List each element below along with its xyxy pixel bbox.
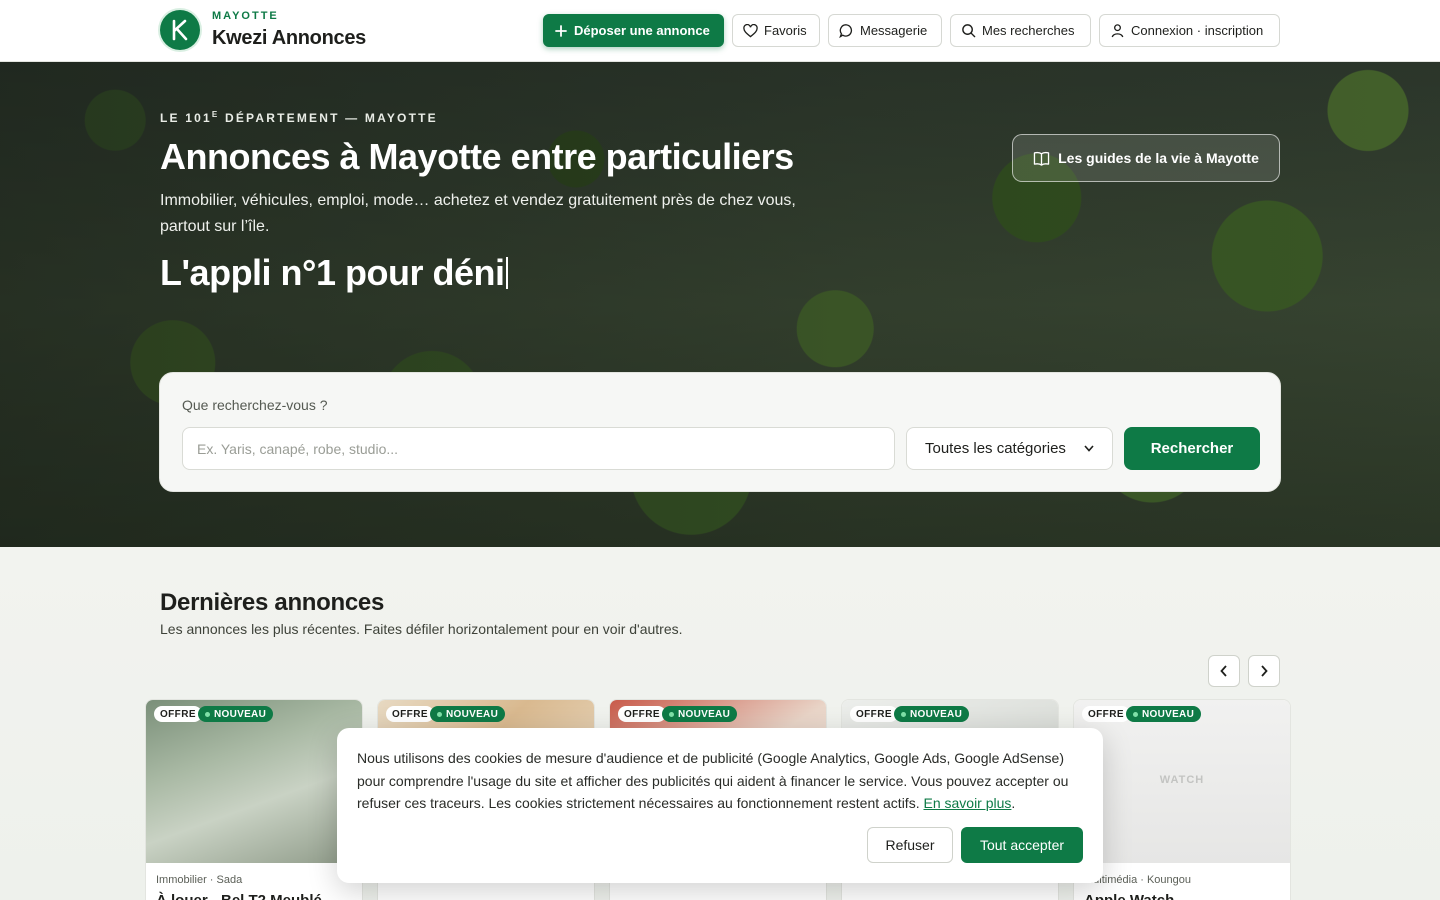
new-badge: NOUVEAU [894,706,970,722]
post-ad-button[interactable]: Déposer une annonce [543,14,724,47]
offer-badge: OFFRE [1082,706,1130,722]
accept-cookies-button[interactable]: Tout accepter [961,827,1083,863]
heart-icon [743,23,758,37]
messages-label: Messagerie [860,23,928,38]
new-badge: NOUVEAU [430,706,506,722]
listing-card[interactable]: OFFRE NOUVEAU Immobilier · Sada À louer … [145,699,363,900]
favorites-button[interactable]: Favoris [732,14,820,47]
hero-title: Annonces à Mayotte entre particuliers [160,136,794,177]
messages-button[interactable]: Messagerie [828,14,942,47]
chevron-right-icon [1261,665,1268,677]
logo-icon[interactable] [160,10,200,50]
chevron-left-icon [1220,665,1227,677]
learn-more-link[interactable]: En savoir plus [923,795,1011,811]
hero-banner: LE 101E DÉPARTEMENT — MAYOTTE Annonces à… [0,62,1440,547]
listing-title: À louer - Bel T2 Meublé [156,892,322,900]
chat-icon [839,24,853,38]
hero-kicker: LE 101E DÉPARTEMENT — MAYOTTE [160,110,438,125]
listing-title: Apple Watch [1084,892,1174,900]
book-icon [1033,151,1050,166]
scroll-left-button[interactable] [1208,655,1240,687]
offer-badge: OFFRE [618,706,666,722]
new-badge: NOUVEAU [1126,706,1202,722]
brand-kicker: MAYOTTE [212,10,279,22]
post-ad-label: Déposer une annonce [574,23,710,38]
listing-card[interactable]: WATCH OFFRE NOUVEAU Multimédia · Koungou… [1073,699,1291,900]
section-title: Dernières annonces [160,589,385,616]
search-icon [962,24,976,38]
search-label: Que recherchez-vous ? [182,397,328,413]
cookie-banner: Nous utilisons des cookies de mesure d'a… [337,728,1103,883]
typing-caret [506,257,509,289]
login-button[interactable]: Connexion · inscription [1099,14,1280,47]
chevron-down-icon [1084,445,1094,452]
offer-badge: OFFRE [850,706,898,722]
category-select[interactable]: Toutes les catégories [906,427,1113,470]
hero-subtitle: Immobilier, véhicules, emploi, mode… ach… [160,192,796,235]
favorites-label: Favoris [764,23,807,38]
cookie-text: Nous utilisons des cookies de mesure d'a… [357,750,1069,811]
guides-label: Les guides de la vie à Mayotte [1058,150,1259,166]
hero-typing-text: L'appli n°1 pour déni [160,252,509,294]
user-icon [1111,24,1124,38]
new-badge: NOUVEAU [198,706,274,722]
offer-badge: OFFRE [386,706,434,722]
login-label: Connexion · inscription [1131,23,1264,38]
section-subtitle: Les annonces les plus récentes. Faites d… [160,621,683,637]
site-header: MAYOTTE Kwezi Annonces Déposer une annon… [0,0,1440,62]
listing-image: WATCH [1074,700,1290,863]
new-badge: NOUVEAU [662,706,738,722]
search-panel: Que recherchez-vous ? Toutes les catégor… [159,372,1281,492]
category-select-value: Toutes les catégories [925,440,1066,457]
plus-icon [555,24,567,37]
listing-image [146,700,362,863]
brand-name[interactable]: Kwezi Annonces [212,27,366,50]
refuse-cookies-button[interactable]: Refuser [867,827,953,863]
watch-box-label: WATCH [1159,774,1205,786]
search-submit-button[interactable]: Rechercher [1124,427,1260,470]
listing-meta: Immobilier · Sada [156,874,243,886]
saved-searches-label: Mes recherches [982,23,1075,38]
guides-button[interactable]: Les guides de la vie à Mayotte [1012,134,1280,182]
search-input[interactable] [182,427,895,470]
offer-badge: OFFRE [154,706,202,722]
scroll-right-button[interactable] [1248,655,1280,687]
saved-searches-button[interactable]: Mes recherches [950,14,1091,47]
